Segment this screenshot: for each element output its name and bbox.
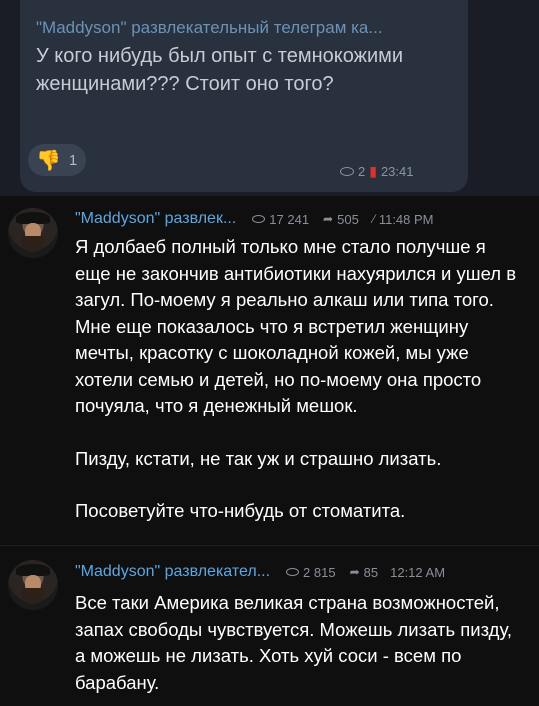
post-stats: 2 815 ➦ 85 12:12 AM (286, 565, 445, 580)
views-count: 17 241 (269, 211, 310, 227)
post-paragraph: Посоветуйте что-нибудь от стоматита. (75, 500, 406, 521)
forwarded-from[interactable]: "Maddyson" развлекательный телеграм ка..… (36, 18, 456, 38)
views-count: 2 (358, 164, 366, 179)
post-paragraph: Пизду, кстати, не так уж и страшно лизат… (75, 447, 442, 469)
eye-icon (340, 167, 354, 176)
pin-icon: ▮ (369, 163, 377, 179)
thumbs-down-icon: 👎 (36, 149, 61, 172)
forwards-count: 85 (363, 564, 379, 580)
message-time: 11:48 PM (378, 211, 434, 227)
post-stats: 17 241 ➦ 505 ⁄ 11:48 PM (252, 211, 434, 227)
channel-post: "Maddyson" развлек... 17 241 ➦ 505 ⁄ 11:… (0, 196, 539, 545)
forwards-count: 505 (337, 211, 359, 227)
channel-name[interactable]: "Maddyson" развлек... (75, 210, 236, 228)
channel-post: "Maddyson" развлекател... 2 815 ➦ 85 12:… (0, 546, 539, 706)
post-header: "Maddyson" развлекател... 2 815 ➦ 85 12:… (75, 563, 445, 581)
channel-avatar[interactable] (8, 560, 58, 610)
message-time: 23:41 (380, 164, 414, 179)
forwarded-meta: 2 ▮ 23:41 (340, 163, 414, 180)
eye-icon (252, 215, 266, 223)
post-header: "Maddyson" развлек... 17 241 ➦ 505 ⁄ 11:… (75, 210, 434, 228)
channel-name[interactable]: "Maddyson" развлекател... (75, 563, 270, 581)
share-arrow-icon: ➦ (323, 212, 334, 226)
forwarded-message-area: "Maddyson" развлекательный телеграм ка..… (0, 0, 539, 196)
post-paragraph: Все таки Америка великая страна возможно… (75, 592, 513, 693)
message-time: 12:12 AM (390, 564, 446, 580)
forwarded-text: У кого нибудь был опыт с темнокожими жен… (36, 45, 404, 95)
reaction-count: 1 (68, 151, 78, 169)
channel-avatar[interactable] (8, 208, 58, 258)
post-body: Я долбаеб полный только мне стало получш… (75, 234, 525, 525)
post-paragraph: Я долбаеб полный только мне стало получш… (75, 236, 517, 416)
edited-icon: ⁄ (372, 212, 375, 226)
reaction-chip[interactable]: 👎 1 (28, 144, 86, 176)
views-count: 2 815 (303, 564, 336, 580)
eye-icon (286, 568, 300, 576)
share-arrow-icon: ➦ (349, 565, 360, 579)
post-body: Все таки Америка великая страна возможно… (75, 590, 525, 696)
